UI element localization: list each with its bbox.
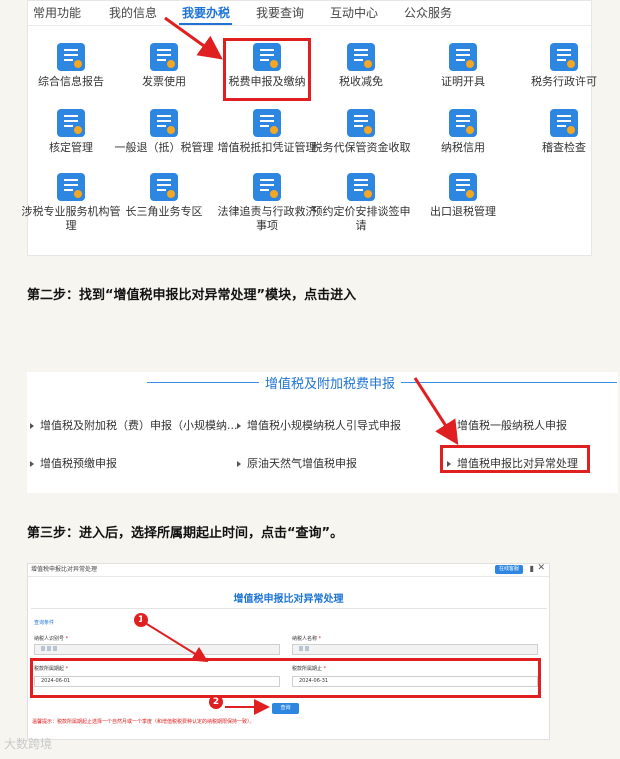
- annotation-arrows: [141, 16, 459, 715]
- arrow-to-declare: [164, 16, 223, 60]
- arrow-to-exception: [413, 377, 459, 446]
- arrow-to-period: [141, 620, 209, 663]
